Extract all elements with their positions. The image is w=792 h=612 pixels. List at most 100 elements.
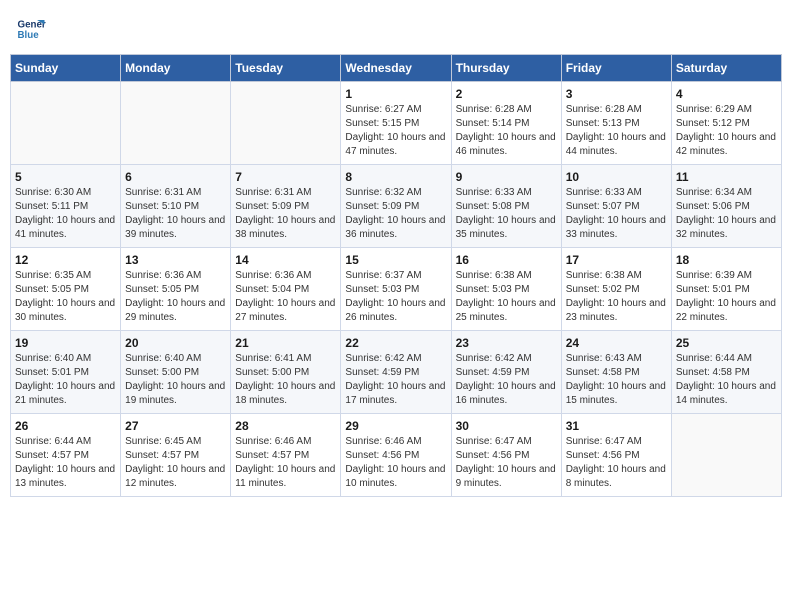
day-number: 7	[235, 170, 336, 184]
day-header-thursday: Thursday	[451, 55, 561, 82]
calendar-cell: 21 Sunrise: 6:41 AM Sunset: 5:00 PM Dayli…	[231, 331, 341, 414]
day-info: Sunrise: 6:28 AM Sunset: 5:14 PM Dayligh…	[456, 103, 557, 159]
day-info: Sunrise: 6:33 AM Sunset: 5:07 PM Dayligh…	[566, 186, 667, 242]
calendar-cell: 15 Sunrise: 6:37 AM Sunset: 5:03 PM Dayli…	[341, 248, 451, 331]
week-row-2: 12 Sunrise: 6:35 AM Sunset: 5:05 PM Dayli…	[11, 248, 782, 331]
day-number: 24	[566, 336, 667, 350]
day-info: Sunrise: 6:42 AM Sunset: 4:59 PM Dayligh…	[456, 352, 557, 408]
day-info: Sunrise: 6:38 AM Sunset: 5:03 PM Dayligh…	[456, 269, 557, 325]
day-info: Sunrise: 6:27 AM Sunset: 5:15 PM Dayligh…	[345, 103, 446, 159]
day-number: 28	[235, 419, 336, 433]
calendar-cell: 9 Sunrise: 6:33 AM Sunset: 5:08 PM Daylig…	[451, 165, 561, 248]
calendar-cell: 24 Sunrise: 6:43 AM Sunset: 4:58 PM Dayli…	[561, 331, 671, 414]
day-info: Sunrise: 6:36 AM Sunset: 5:04 PM Dayligh…	[235, 269, 336, 325]
day-number: 19	[15, 336, 116, 350]
calendar-cell: 6 Sunrise: 6:31 AM Sunset: 5:10 PM Daylig…	[121, 165, 231, 248]
logo: General Blue	[16, 14, 50, 44]
day-number: 16	[456, 253, 557, 267]
day-header-wednesday: Wednesday	[341, 55, 451, 82]
day-info: Sunrise: 6:36 AM Sunset: 5:05 PM Dayligh…	[125, 269, 226, 325]
day-number: 6	[125, 170, 226, 184]
week-row-4: 26 Sunrise: 6:44 AM Sunset: 4:57 PM Dayli…	[11, 414, 782, 497]
day-info: Sunrise: 6:42 AM Sunset: 4:59 PM Dayligh…	[345, 352, 446, 408]
day-number: 14	[235, 253, 336, 267]
day-number: 20	[125, 336, 226, 350]
calendar-cell: 22 Sunrise: 6:42 AM Sunset: 4:59 PM Dayli…	[341, 331, 451, 414]
day-info: Sunrise: 6:37 AM Sunset: 5:03 PM Dayligh…	[345, 269, 446, 325]
day-number: 25	[676, 336, 777, 350]
calendar-cell: 25 Sunrise: 6:44 AM Sunset: 4:58 PM Dayli…	[671, 331, 781, 414]
calendar-cell	[11, 82, 121, 165]
day-number: 5	[15, 170, 116, 184]
day-info: Sunrise: 6:43 AM Sunset: 4:58 PM Dayligh…	[566, 352, 667, 408]
day-number: 27	[125, 419, 226, 433]
day-info: Sunrise: 6:46 AM Sunset: 4:56 PM Dayligh…	[345, 435, 446, 491]
day-number: 29	[345, 419, 446, 433]
day-number: 22	[345, 336, 446, 350]
calendar-cell: 28 Sunrise: 6:46 AM Sunset: 4:57 PM Dayli…	[231, 414, 341, 497]
calendar-cell: 27 Sunrise: 6:45 AM Sunset: 4:57 PM Dayli…	[121, 414, 231, 497]
day-number: 9	[456, 170, 557, 184]
calendar-cell: 31 Sunrise: 6:47 AM Sunset: 4:56 PM Dayli…	[561, 414, 671, 497]
day-number: 18	[676, 253, 777, 267]
day-header-sunday: Sunday	[11, 55, 121, 82]
day-info: Sunrise: 6:31 AM Sunset: 5:09 PM Dayligh…	[235, 186, 336, 242]
day-header-tuesday: Tuesday	[231, 55, 341, 82]
week-row-1: 5 Sunrise: 6:30 AM Sunset: 5:11 PM Daylig…	[11, 165, 782, 248]
day-info: Sunrise: 6:40 AM Sunset: 5:01 PM Dayligh…	[15, 352, 116, 408]
day-number: 21	[235, 336, 336, 350]
day-info: Sunrise: 6:34 AM Sunset: 5:06 PM Dayligh…	[676, 186, 777, 242]
day-info: Sunrise: 6:40 AM Sunset: 5:00 PM Dayligh…	[125, 352, 226, 408]
day-header-saturday: Saturday	[671, 55, 781, 82]
calendar-cell: 4 Sunrise: 6:29 AM Sunset: 5:12 PM Daylig…	[671, 82, 781, 165]
day-info: Sunrise: 6:28 AM Sunset: 5:13 PM Dayligh…	[566, 103, 667, 159]
calendar-cell: 30Sunrise: 6:47 AM Sunset: 4:56 PM Dayli…	[451, 414, 561, 497]
day-number: 4	[676, 87, 777, 101]
calendar-cell	[671, 414, 781, 497]
calendar-cell	[121, 82, 231, 165]
calendar-cell: 16 Sunrise: 6:38 AM Sunset: 5:03 PM Dayli…	[451, 248, 561, 331]
day-info: Sunrise: 6:39 AM Sunset: 5:01 PM Dayligh…	[676, 269, 777, 325]
day-info: Sunrise: 6:31 AM Sunset: 5:10 PM Dayligh…	[125, 186, 226, 242]
day-number: 13	[125, 253, 226, 267]
day-info: Sunrise: 6:45 AM Sunset: 4:57 PM Dayligh…	[125, 435, 226, 491]
day-info: Sunrise: 6:30 AM Sunset: 5:11 PM Dayligh…	[15, 186, 116, 242]
day-number: 23	[456, 336, 557, 350]
day-number: 8	[345, 170, 446, 184]
day-info: Sunrise: 6:29 AM Sunset: 5:12 PM Dayligh…	[676, 103, 777, 159]
day-number: 26	[15, 419, 116, 433]
calendar-cell: 20 Sunrise: 6:40 AM Sunset: 5:00 PM Dayli…	[121, 331, 231, 414]
calendar-cell: 13 Sunrise: 6:36 AM Sunset: 5:05 PM Dayli…	[121, 248, 231, 331]
day-number: 17	[566, 253, 667, 267]
svg-text:Blue: Blue	[18, 30, 40, 41]
day-info: Sunrise: 6:44 AM Sunset: 4:58 PM Dayligh…	[676, 352, 777, 408]
day-info: Sunrise: 6:46 AM Sunset: 4:57 PM Dayligh…	[235, 435, 336, 491]
calendar-cell: 11Sunrise: 6:34 AM Sunset: 5:06 PM Dayli…	[671, 165, 781, 248]
calendar-cell	[231, 82, 341, 165]
calendar-cell: 17 Sunrise: 6:38 AM Sunset: 5:02 PM Dayli…	[561, 248, 671, 331]
day-info: Sunrise: 6:35 AM Sunset: 5:05 PM Dayligh…	[15, 269, 116, 325]
day-number: 3	[566, 87, 667, 101]
day-number: 12	[15, 253, 116, 267]
calendar-cell: 10 Sunrise: 6:33 AM Sunset: 5:07 PM Dayli…	[561, 165, 671, 248]
calendar-cell: 29 Sunrise: 6:46 AM Sunset: 4:56 PM Dayli…	[341, 414, 451, 497]
day-info: Sunrise: 6:47 AM Sunset: 4:56 PM Dayligh…	[456, 435, 557, 491]
day-info: Sunrise: 6:38 AM Sunset: 5:02 PM Dayligh…	[566, 269, 667, 325]
day-info: Sunrise: 6:41 AM Sunset: 5:00 PM Dayligh…	[235, 352, 336, 408]
day-number: 15	[345, 253, 446, 267]
day-info: Sunrise: 6:47 AM Sunset: 4:56 PM Dayligh…	[566, 435, 667, 491]
page-header: General Blue	[10, 10, 782, 48]
day-number: 10	[566, 170, 667, 184]
calendar-cell: 12 Sunrise: 6:35 AM Sunset: 5:05 PM Dayli…	[11, 248, 121, 331]
calendar-cell: 5 Sunrise: 6:30 AM Sunset: 5:11 PM Daylig…	[11, 165, 121, 248]
day-info: Sunrise: 6:33 AM Sunset: 5:08 PM Dayligh…	[456, 186, 557, 242]
day-number: 31	[566, 419, 667, 433]
calendar-cell: 19 Sunrise: 6:40 AM Sunset: 5:01 PM Dayli…	[11, 331, 121, 414]
calendar-cell: 14 Sunrise: 6:36 AM Sunset: 5:04 PM Dayli…	[231, 248, 341, 331]
calendar-cell: 7 Sunrise: 6:31 AM Sunset: 5:09 PM Daylig…	[231, 165, 341, 248]
day-info: Sunrise: 6:44 AM Sunset: 4:57 PM Dayligh…	[15, 435, 116, 491]
calendar-table: SundayMondayTuesdayWednesdayThursdayFrid…	[10, 54, 782, 497]
calendar-cell: 1 Sunrise: 6:27 AM Sunset: 5:15 PM Daylig…	[341, 82, 451, 165]
day-number: 1	[345, 87, 446, 101]
calendar-cell: 8Sunrise: 6:32 AM Sunset: 5:09 PM Daylig…	[341, 165, 451, 248]
